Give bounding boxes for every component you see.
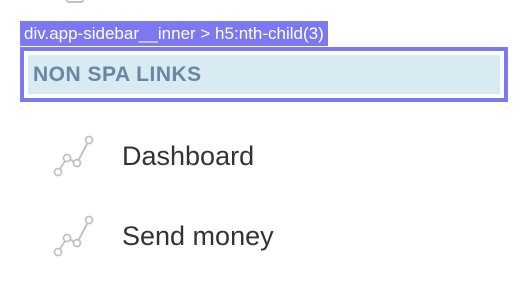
chart-line-icon bbox=[50, 211, 102, 261]
sidebar-item-label: Dashboard bbox=[122, 140, 255, 171]
sidebar-item-label: Send money bbox=[122, 220, 274, 251]
partial-icon bbox=[66, 0, 84, 3]
page: div.app-sidebar__inner > h5:nth-child(3)… bbox=[0, 0, 528, 292]
sidebar-item-dashboard[interactable]: Dashboard bbox=[50, 131, 470, 181]
element-inspector-tooltip: div.app-sidebar__inner > h5:nth-child(3) bbox=[20, 21, 328, 46]
chart-line-icon bbox=[50, 131, 102, 181]
sidebar-item-send-money[interactable]: Send money bbox=[50, 211, 470, 261]
sidebar-section-heading: NON SPA LINKS bbox=[28, 55, 500, 94]
inspector-highlight-outline: NON SPA LINKS bbox=[20, 47, 508, 102]
